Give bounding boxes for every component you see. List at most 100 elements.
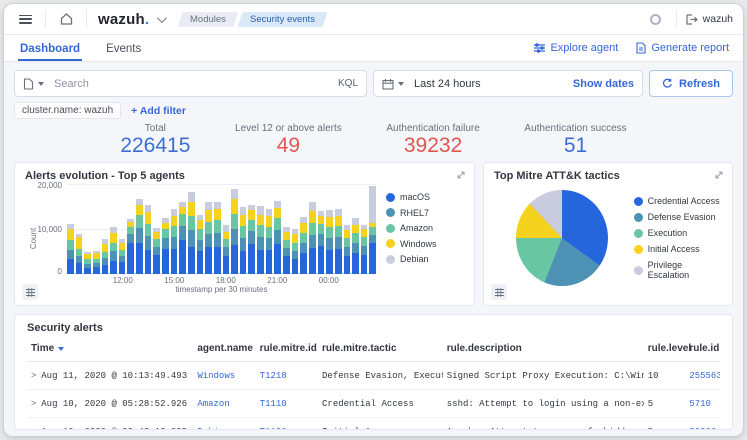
pie-graphic[interactable] — [516, 190, 608, 286]
bar-bucket-7[interactable] — [127, 184, 134, 274]
mitre-id-link[interactable]: T1110 — [260, 399, 287, 409]
bar-bucket-2[interactable] — [84, 184, 91, 274]
legend-item-macos[interactable]: macOS — [386, 192, 464, 202]
bar-bucket-14[interactable] — [188, 184, 195, 274]
bar-bucket-32[interactable] — [344, 184, 351, 274]
explore-agent-button[interactable]: Explore agent — [534, 42, 618, 54]
agent-link[interactable]: Debian — [197, 427, 229, 431]
legend-item-initial-access[interactable]: Initial Access — [634, 244, 722, 254]
date-picker[interactable]: Last 24 hours Show dates — [373, 70, 643, 97]
mitre-tactics-panel: Top Mitre ATT&K tactics Credential Acces… — [483, 162, 733, 306]
mitre-id-link[interactable]: T1218 — [260, 371, 287, 381]
bar-bucket-33[interactable] — [352, 184, 359, 274]
column-rule-id[interactable]: rule.id — [685, 337, 720, 362]
tab-dashboard[interactable]: Dashboard — [18, 37, 82, 60]
bar-bucket-23[interactable] — [266, 184, 273, 274]
bar-bucket-5[interactable] — [110, 184, 117, 274]
expand-row-icon[interactable]: > — [31, 398, 36, 408]
bar-bucket-34[interactable] — [361, 184, 368, 274]
bar-bucket-30[interactable] — [326, 184, 333, 274]
column-agent-name[interactable]: agent.name — [193, 337, 255, 362]
refresh-button[interactable]: Refresh — [649, 70, 733, 97]
legend-item-defense-evasion[interactable]: Defense Evasion — [634, 212, 722, 222]
time-range-value[interactable]: Last 24 hours — [414, 78, 573, 90]
bar-bucket-3[interactable] — [93, 184, 100, 274]
generate-report-button[interactable]: Generate report — [636, 42, 729, 54]
breadcrumb-security-events[interactable]: Security events — [238, 12, 328, 27]
legend-item-amazon[interactable]: Amazon — [386, 223, 464, 233]
bar-bucket-24[interactable] — [274, 184, 281, 274]
bar-bucket-28[interactable] — [309, 184, 316, 274]
bar-bucket-19[interactable] — [231, 184, 238, 274]
search-input[interactable]: Search KQL — [14, 70, 367, 97]
rule-id-link[interactable]: 255563 — [689, 371, 720, 381]
expand-row-icon[interactable]: > — [31, 370, 36, 380]
expand-row-icon[interactable]: > — [31, 426, 36, 430]
kql-toggle[interactable]: KQL — [338, 78, 358, 89]
bar-bucket-15[interactable] — [197, 184, 204, 274]
legend-item-windows[interactable]: Windows — [386, 239, 464, 249]
rule-id-link[interactable]: 30306 — [689, 427, 716, 431]
agent-link[interactable]: Amazon — [197, 399, 229, 409]
bar-segment-macos — [145, 250, 152, 274]
column-time[interactable]: Time — [27, 337, 193, 362]
stat-value[interactable]: 49 — [235, 134, 342, 157]
bar-bucket-10[interactable] — [153, 184, 160, 274]
bar-bucket-9[interactable] — [145, 184, 152, 274]
tab-events[interactable]: Events — [104, 37, 143, 60]
bar-bucket-0[interactable] — [67, 184, 74, 274]
bar-bucket-12[interactable] — [171, 184, 178, 274]
bar-bucket-16[interactable] — [205, 184, 212, 274]
expand-icon[interactable] — [714, 170, 724, 180]
column-rule-mitre-tactic[interactable]: rule.mitre.tactic — [318, 337, 443, 362]
saved-query-menu-button[interactable] — [23, 78, 44, 90]
chevron-down-icon[interactable] — [157, 13, 167, 23]
legend-item-rhel7[interactable]: RHEL7 — [386, 208, 464, 218]
agent-link[interactable]: Windows — [197, 371, 235, 381]
bar-bucket-8[interactable] — [136, 184, 143, 274]
inspect-data-button[interactable] — [491, 284, 507, 300]
column-rule-level[interactable]: rule.level — [644, 337, 686, 362]
add-filter-button[interactable]: + Add filter — [131, 105, 186, 117]
mitre-id-link[interactable]: T1190 — [260, 427, 287, 431]
stat-value[interactable]: 39232 — [386, 134, 479, 157]
breadcrumb-modules[interactable]: Modules — [178, 12, 239, 27]
stat-value[interactable]: 51 — [524, 134, 626, 157]
bar-segment-rhel7 — [214, 233, 221, 247]
legend-item-privilege-escalation[interactable]: Privilege Escalation — [634, 260, 722, 280]
bar-bucket-17[interactable] — [214, 184, 221, 274]
bar-bucket-6[interactable] — [119, 184, 126, 274]
bar-bucket-25[interactable] — [283, 184, 290, 274]
inspect-data-button[interactable] — [22, 284, 38, 300]
bar-bucket-1[interactable] — [76, 184, 83, 274]
legend-item-credential-access[interactable]: Credential Access — [634, 196, 722, 206]
bar-segment-windows — [231, 199, 238, 213]
bar-bucket-35[interactable] — [369, 184, 376, 274]
rule-id-link[interactable]: 5710 — [689, 399, 711, 409]
home-button[interactable] — [55, 8, 77, 30]
date-picker-menu-button[interactable] — [382, 78, 404, 90]
bar-bucket-26[interactable] — [292, 184, 299, 274]
column-rule-mitre-id[interactable]: rule.mitre.id — [256, 337, 318, 362]
user-menu[interactable]: wazuh — [686, 13, 733, 25]
bar-bucket-22[interactable] — [257, 184, 264, 274]
bar-bucket-11[interactable] — [162, 184, 169, 274]
show-dates-button[interactable]: Show dates — [573, 78, 634, 90]
bar-bucket-4[interactable] — [102, 184, 109, 274]
bar-bucket-21[interactable] — [248, 184, 255, 274]
wazuh-logo[interactable]: wazuh. — [98, 11, 149, 28]
bar-bucket-31[interactable] — [335, 184, 342, 274]
stat-value[interactable]: 226415 — [120, 134, 190, 157]
column-rule-description[interactable]: rule.description — [443, 337, 644, 362]
expand-icon[interactable] — [456, 170, 466, 180]
health-status-button[interactable] — [645, 8, 667, 30]
bar-bucket-18[interactable] — [223, 184, 230, 274]
bar-bucket-13[interactable] — [179, 184, 186, 274]
filter-pill-cluster-name[interactable]: cluster.name: wazuh — [14, 102, 121, 119]
legend-item-execution[interactable]: Execution — [634, 228, 722, 238]
legend-item-debian[interactable]: Debian — [386, 254, 464, 264]
bar-bucket-27[interactable] — [300, 184, 307, 274]
bar-bucket-20[interactable] — [240, 184, 247, 274]
bar-bucket-29[interactable] — [318, 184, 325, 274]
menu-button[interactable] — [14, 8, 36, 30]
